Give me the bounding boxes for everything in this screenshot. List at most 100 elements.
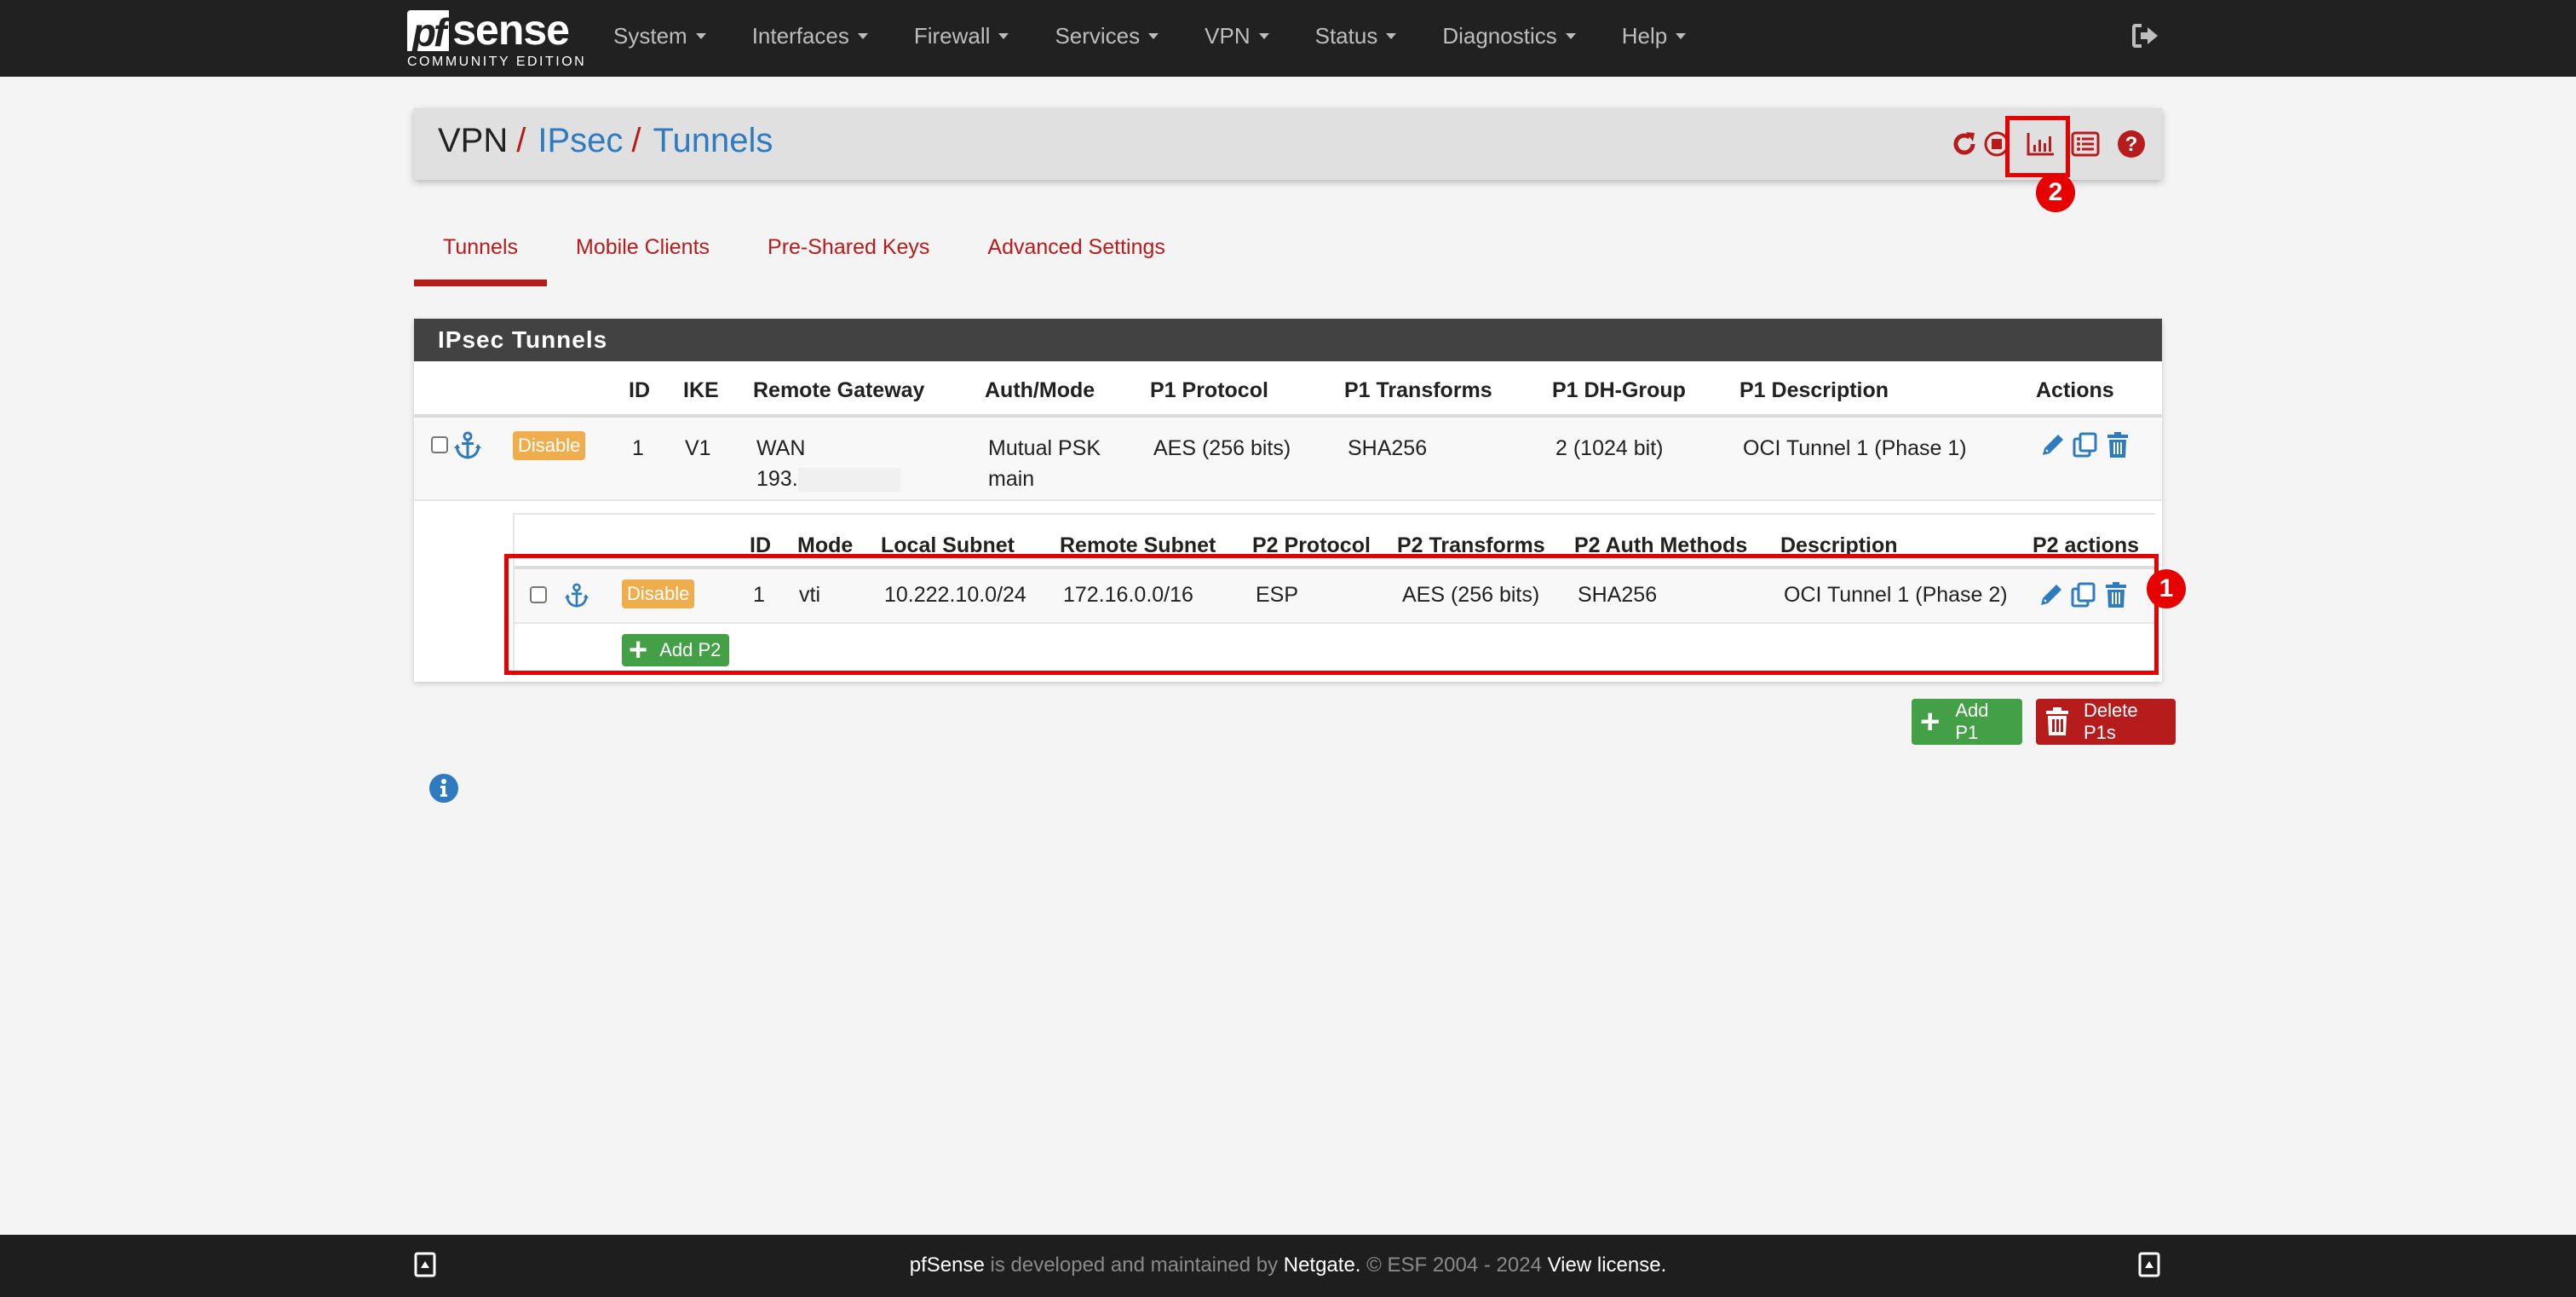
tab-mobile-clients[interactable]: Mobile Clients: [547, 228, 739, 286]
col-p1-transforms: P1 Transforms: [1344, 378, 1492, 402]
bar-chart-icon[interactable]: [2024, 127, 2058, 161]
caret-down-icon: [1565, 32, 1576, 39]
p2-description: OCI Tunnel 1 (Phase 2): [1784, 583, 2008, 607]
info-icon[interactable]: [429, 774, 458, 803]
add-p1-button[interactable]: + Add P1: [1912, 699, 2022, 745]
p1-mode: main: [988, 467, 1035, 491]
logo-pf: pf: [407, 10, 450, 55]
copy-icon[interactable]: [2070, 429, 2101, 460]
col-actions: Actions: [2036, 378, 2114, 402]
p2-auth-methods: SHA256: [1578, 583, 1658, 607]
p1-remote-gateway-ip: 193.: [756, 467, 798, 491]
col-id: ID: [629, 378, 650, 402]
menu-vpn[interactable]: VPN: [1205, 23, 1269, 49]
pfsense-logo[interactable]: pf sense COMMUNITY EDITION: [407, 6, 587, 70]
p2-remote-subnet: 172.16.0.0/16: [1063, 583, 1193, 607]
reload-icon[interactable]: [1947, 127, 1981, 161]
stop-circle-icon[interactable]: [1980, 127, 2014, 161]
edit-pencil-icon[interactable]: [2036, 579, 2067, 610]
p1-auth-mode: Mutual PSK main: [988, 433, 1101, 494]
col-p1-protocol: P1 Protocol: [1150, 378, 1268, 402]
anchor-icon[interactable]: [564, 583, 589, 614]
menu-system[interactable]: System: [613, 23, 706, 49]
sign-out-icon[interactable]: [2131, 22, 2160, 49]
p2-table-row: Disable 1 vti 10.222.10.0/24 172.16.0.0/…: [515, 569, 2155, 624]
p2-local-subnet: 10.222.10.0/24: [884, 583, 1026, 607]
breadcrumb-bar: VPN / IPsec / Tunnels ?: [414, 108, 2162, 180]
menu-diagnostics[interactable]: Diagnostics: [1442, 23, 1576, 49]
redacted-ip: [797, 468, 900, 493]
p1-bulk-actions: + Add P1 Delete P1s: [1898, 699, 2176, 745]
col-p1-description: P1 Description: [1739, 378, 1889, 402]
col-p2-protocol: P2 Protocol: [1252, 533, 1371, 557]
tab-tunnels[interactable]: Tunnels: [414, 228, 548, 286]
trash-icon: [2044, 707, 2070, 736]
p1-protocol: AES (256 bits): [1153, 436, 1291, 460]
p1-remote-gateway: WAN 193.: [756, 433, 900, 494]
breadcrumb-tunnels[interactable]: Tunnels: [653, 122, 773, 160]
add-p2-button[interactable]: + Add P2: [622, 634, 730, 666]
col-p2-description: Description: [1780, 533, 1898, 557]
menu-label: Help: [1621, 22, 1668, 49]
col-p2-id: ID: [750, 533, 771, 557]
menu-help[interactable]: Help: [1621, 22, 1687, 49]
menu-interfaces[interactable]: Interfaces: [752, 23, 868, 49]
anchor-icon[interactable]: [453, 431, 482, 466]
breadcrumb-vpn: VPN: [438, 122, 509, 159]
footer-text-1: is developed and maintained by: [984, 1254, 1284, 1277]
p2-mode: vti: [799, 583, 820, 607]
add-p1-label: Add P1: [1955, 700, 1989, 743]
svg-text:?: ?: [2125, 133, 2138, 156]
p1-auth: Mutual PSK: [988, 436, 1101, 460]
footer-netgate-link[interactable]: Netgate.: [1284, 1254, 1361, 1277]
p1-disable-button[interactable]: Disable: [513, 431, 586, 460]
menu-label: Status: [1314, 22, 1378, 49]
logo-edition: COMMUNITY EDITION: [407, 55, 587, 69]
p1-dh-group: 2 (1024 bit): [1555, 436, 1664, 460]
top-navbar: pf sense COMMUNITY EDITION System Interf…: [0, 0, 2576, 77]
menu-label: Firewall: [913, 22, 991, 49]
p2-table: ID Mode Local Subnet Remote Subnet P2 Pr…: [513, 513, 2155, 677]
scroll-to-top-icon[interactable]: [2138, 1252, 2160, 1277]
delete-p1s-label: Delete P1s: [2084, 700, 2138, 743]
breadcrumb-ipsec[interactable]: IPsec: [538, 122, 623, 160]
col-remote-subnet: Remote Subnet: [1060, 533, 1216, 557]
ipsec-tabs: Tunnels Mobile Clients Pre-Shared Keys A…: [414, 228, 1194, 288]
caret-down-icon: [1148, 32, 1159, 39]
main-menu: System Interfaces Firewall Services VPN …: [613, 0, 1732, 72]
menu-services[interactable]: Services: [1055, 23, 1159, 49]
help-icon[interactable]: ?: [2114, 127, 2148, 161]
menu-label: Services: [1055, 22, 1141, 49]
footer: pfSense is developed and maintained by N…: [0, 1235, 2576, 1297]
p1-select-checkbox[interactable]: [431, 436, 448, 453]
menu-firewall[interactable]: Firewall: [914, 23, 1009, 49]
breadcrumb: VPN / IPsec / Tunnels: [438, 122, 773, 160]
delete-trash-icon[interactable]: [2102, 429, 2133, 460]
col-remote-gateway: Remote Gateway: [753, 378, 925, 402]
plus-icon: +: [1920, 703, 1941, 741]
edit-pencil-icon[interactable]: [2038, 429, 2068, 460]
list-icon[interactable]: [2068, 127, 2102, 161]
menu-status[interactable]: Status: [1315, 23, 1397, 49]
copy-icon[interactable]: [2068, 579, 2099, 610]
footer-license-link[interactable]: View license.: [1548, 1254, 1667, 1277]
menu-label: System: [613, 22, 687, 49]
delete-trash-icon[interactable]: [2101, 579, 2131, 610]
p2-disable-button[interactable]: Disable: [622, 579, 695, 608]
tab-pre-shared-keys[interactable]: Pre-Shared Keys: [739, 228, 958, 286]
p2-transforms: AES (256 bits): [1402, 583, 1540, 607]
logo-sense: sense: [452, 6, 570, 54]
p2-id: 1: [753, 583, 765, 607]
delete-p1s-button[interactable]: Delete P1s: [2036, 699, 2176, 745]
p2-select-checkbox[interactable]: [530, 586, 547, 603]
breadcrumb-separator: /: [516, 122, 526, 159]
tab-advanced-settings[interactable]: Advanced Settings: [958, 228, 1193, 286]
caret-down-icon: [857, 32, 868, 39]
p2-actions: [2036, 579, 2133, 610]
footer-brand-link[interactable]: pfSense: [910, 1254, 985, 1277]
annotation-badge-1: 1: [2147, 569, 2186, 608]
caret-down-icon: [695, 32, 706, 39]
col-p2-mode: Mode: [797, 533, 854, 557]
p1-id: 1: [632, 436, 644, 460]
add-p2-label: Add P2: [659, 639, 722, 660]
